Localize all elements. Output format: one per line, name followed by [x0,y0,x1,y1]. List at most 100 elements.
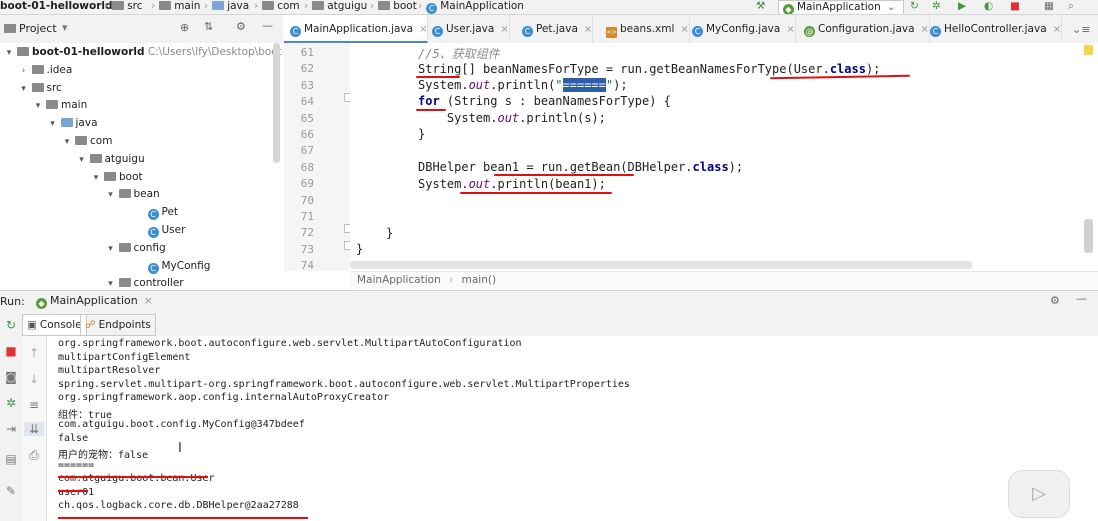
rerun-icon[interactable]: ↻ [910,0,919,14]
editor-tab[interactable]: C Pet.java × [516,15,594,43]
project-structure-icon[interactable]: ▦ [1044,0,1054,14]
tree-item-label: boot [119,170,143,183]
tree-item[interactable]: ▾ com [62,132,113,151]
code-editor[interactable]: //5、获取组件 String[] beanNamesForType = run… [350,43,1098,271]
editor-breadcrumb-class[interactable]: MainApplication [357,274,441,286]
editor-tab[interactable]: C MyConfig.java × [686,15,796,43]
run-config-tab[interactable]: ◆ MainApplication × [36,294,153,309]
editor-breadcrumb-method[interactable]: main() [462,274,496,286]
rerun-icon[interactable]: ↻ [1,318,21,332]
tree-item[interactable]: ▾ config [106,239,165,258]
annotation-underline [494,174,634,176]
run-with-coverage-icon[interactable]: ▶ [958,0,966,14]
camera-icon[interactable]: ◙ [1,370,21,384]
editor-tab[interactable]: C HelloController.java × [924,15,1063,43]
folder-icon [75,136,87,145]
search-icon[interactable]: ⌕ [1068,0,1074,14]
up-arrow-icon[interactable]: ↑ [24,346,44,360]
layout-icon[interactable]: ▤ [1,452,21,466]
chevron-down-icon[interactable]: ▾ [106,275,116,289]
breadcrumb-java[interactable]: › java [200,0,249,14]
tree-item[interactable]: ▾ src [19,79,62,97]
tab-list-icon[interactable]: ⌄≡ [1072,23,1090,36]
editor-tab[interactable]: @ Configuration.java × [798,15,930,43]
editor-tab[interactable]: C MainApplication.java × [284,15,429,43]
collapse-all-icon[interactable]: ⇅ [204,20,213,33]
editor-tab[interactable]: C User.java × [426,15,510,43]
scroll-to-end-icon[interactable]: ⇊ [24,422,44,436]
hide-icon[interactable]: — [1076,292,1087,305]
breadcrumb-boot[interactable]: › boot [366,0,417,14]
pin-icon[interactable]: ✎ [1,484,21,498]
locate-icon[interactable]: ⊕ [180,21,189,34]
chevron-down-icon[interactable]: ▾ [62,133,72,151]
tab-console[interactable]: ▣ Console [22,314,87,336]
breadcrumb-atguigu[interactable]: › atguigu [300,0,367,14]
code-comment: //5、获取组件 [418,47,500,61]
tree-item[interactable]: ▾ atguigu [77,150,144,169]
breadcrumb-com[interactable]: › com [250,0,300,14]
chevron-down-icon[interactable]: ▾ [77,151,87,169]
editor-tab[interactable]: <> beans.xml × [600,15,690,43]
exit-icon[interactable]: ⇥ [1,422,21,436]
stop-icon[interactable]: ■ [1,344,21,358]
folder-icon [46,100,58,110]
tree-item[interactable]: ▾ boot [91,168,143,186]
tree-item[interactable]: C User [135,221,185,239]
gear-icon[interactable]: ⚙ [1050,294,1060,307]
print-icon[interactable]: ⎙ [24,448,44,463]
warning-marker-icon[interactable] [1084,45,1093,55]
close-icon[interactable]: × [786,24,794,35]
down-arrow-icon[interactable]: ↓ [24,372,44,386]
stop-icon[interactable]: ■ [1010,0,1020,14]
gear-icon[interactable]: ⚙ [236,20,246,33]
chevron-down-icon[interactable]: ▾ [33,97,43,115]
debug-icon[interactable]: ✲ [1,396,21,410]
chevron-down-icon[interactable]: ▾ [19,80,29,98]
tree-item[interactable]: ▾ bean [106,185,159,204]
editor-tab-label: Configuration.java [818,23,915,35]
breadcrumb-mainapplication[interactable]: › C MainApplication [414,0,524,14]
chevron-down-icon[interactable]: ▾ [106,186,116,204]
close-icon[interactable]: × [1053,24,1061,35]
chevron-down-icon[interactable]: ▾ [62,21,68,34]
breadcrumb-main[interactable]: › main [147,0,200,14]
chevron-down-icon[interactable]: ▾ [4,44,14,62]
chevron-down-icon[interactable]: ▾ [91,169,101,187]
console-line: spring.servlet.multipart-org.springframe… [58,378,630,390]
tab-endpoints[interactable]: ☍ Endpoints [80,314,156,336]
soft-wrap-icon[interactable]: ≡ [24,398,44,412]
folder-icon [118,278,131,288]
tree-item[interactable]: › .idea [19,61,73,79]
tree-item[interactable]: ▾ main [33,96,88,115]
run-config-select[interactable]: ◆ MainApplication ⌄ [778,0,904,14]
tree-item-label: MyConfig [161,259,211,272]
breadcrumb-src[interactable]: › src [100,0,143,14]
hammer-icon[interactable]: ⚒ [756,0,765,14]
play-overlay-icon[interactable]: ▷ [1008,470,1070,518]
annotation-underline [58,476,208,478]
tree-item[interactable]: C MyConfig [135,257,211,275]
profile-icon[interactable]: ◐ [984,0,993,14]
hide-icon[interactable]: — [262,19,273,32]
tree-item-label: src [46,81,62,94]
chevron-right-icon[interactable]: › [19,62,29,80]
debug-icon[interactable]: ✲ [932,0,941,14]
chevron-down-icon[interactable]: ▾ [48,115,58,133]
console-output[interactable]: org.springframework.boot.autoconfigure.w… [47,336,1098,521]
editor-hscrollbar[interactable] [350,261,972,269]
chevron-down-icon[interactable]: ▾ [106,240,116,258]
tree-item-label: java [75,117,98,130]
breadcrumb-project[interactable]: boot-01-helloworld [0,0,113,14]
project-view-title[interactable]: Project [19,22,57,35]
tree-item[interactable]: ▾ boot-01-helloworld C:\Users\lfy\Desktop… [4,43,283,61]
tree-item[interactable]: ▾ controller [106,274,184,289]
tree-item-label: controller [133,277,184,289]
project-scrollbar[interactable] [273,43,280,163]
close-icon[interactable]: × [584,24,592,35]
tree-item[interactable]: ▾ java [48,114,98,133]
tree-item[interactable]: C Pet [135,203,178,221]
editor-scrollbar[interactable] [1084,219,1093,253]
close-icon[interactable]: × [500,24,508,35]
folder-icon [31,82,44,92]
